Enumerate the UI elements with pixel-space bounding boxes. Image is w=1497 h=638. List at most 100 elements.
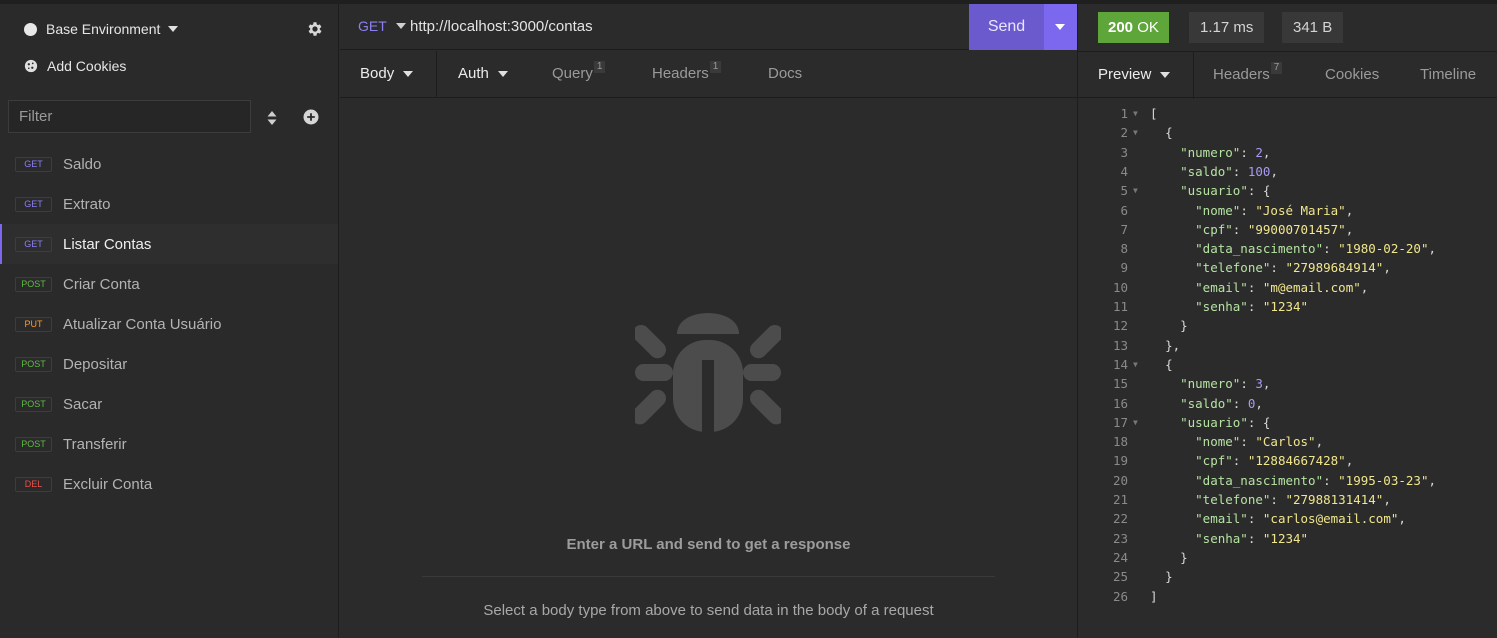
code-line: 18 "nome": "Carlos", [1078, 432, 1497, 451]
code-text: "data_nascimento": "1995-03-23", [1195, 472, 1436, 488]
sidebar-item-transferir[interactable]: POST Transferir [0, 424, 338, 464]
tab-preview[interactable]: Preview [1098, 52, 1171, 98]
sidebar-item-listar-contas[interactable]: GET Listar Contas [0, 224, 338, 264]
line-number: 22 [1112, 511, 1128, 527]
gear-icon[interactable] [306, 20, 324, 38]
code-text: "senha": "1234" [1195, 530, 1309, 546]
tab-body[interactable]: Body [360, 51, 414, 97]
code-text: "cpf": "99000701457", [1195, 221, 1354, 237]
line-number: 24 [1112, 549, 1128, 565]
chevron-down-icon [497, 71, 508, 78]
tab-auth-label: Auth [458, 65, 489, 82]
fold-arrow-icon[interactable]: ▼ [1133, 413, 1138, 432]
line-number: 6 [1120, 202, 1128, 218]
add-request-icon[interactable] [303, 109, 319, 125]
sort-icon[interactable] [266, 110, 278, 126]
line-number: 20 [1112, 472, 1128, 488]
code-text: "nome": "José Maria", [1195, 202, 1354, 218]
fold-arrow-icon[interactable]: ▼ [1133, 123, 1138, 142]
url-bar: GET http://localhost:3000/contas Send [340, 4, 1077, 50]
code-text: "saldo": 0, [1180, 395, 1263, 411]
filter-input[interactable]: Filter [8, 100, 251, 133]
tab-response-headers[interactable]: Headers 7 [1213, 52, 1283, 98]
environment-label: Base Environment [46, 21, 161, 37]
code-text: ] [1150, 588, 1158, 604]
line-number: 14 [1112, 356, 1128, 372]
code-line: 20 "data_nascimento": "1995-03-23", [1078, 471, 1497, 490]
tab-divider [1193, 52, 1194, 99]
add-cookies-label: Add Cookies [47, 58, 127, 74]
code-line: 9 "telefone": "27989684914", [1078, 258, 1497, 277]
request-tabs: Body Auth Query 1 Headers 1 Docs [340, 51, 1077, 98]
url-input[interactable]: http://localhost:3000/contas [410, 18, 593, 35]
code-line: 8 "data_nascimento": "1980-02-20", [1078, 239, 1497, 258]
code-line: 26] [1078, 587, 1497, 606]
code-line: 3 "numero": 2, [1078, 143, 1497, 162]
sidebar-item-atualizar-conta-usu-rio[interactable]: PUT Atualizar Conta Usuário [0, 304, 338, 344]
request-name: Transferir [63, 435, 127, 453]
tab-auth[interactable]: Auth [458, 51, 508, 97]
code-line: 10 "email": "m@email.com", [1078, 278, 1497, 297]
sidebar-item-saldo[interactable]: GET Saldo [0, 144, 338, 184]
tab-body-label: Body [360, 65, 395, 82]
method-badge: POST [15, 276, 52, 292]
code-line: 12 } [1078, 316, 1497, 335]
empty-state-title: Enter a URL and send to get a response [566, 536, 851, 553]
tab-docs[interactable]: Docs [768, 51, 802, 97]
method-selector[interactable]: GET [358, 18, 406, 34]
code-line: 16 "saldo": 0, [1078, 394, 1497, 413]
code-line: 2 ▼ { [1078, 123, 1497, 142]
method-badge: GET [15, 156, 52, 172]
tab-cookies-label: Cookies [1325, 66, 1380, 83]
add-cookies-button[interactable]: Add Cookies [24, 55, 126, 77]
tab-headers-count: 1 [709, 61, 722, 73]
request-body-panel: Enter a URL and send to get a response S… [340, 98, 1077, 638]
code-text: } [1165, 569, 1173, 585]
code-text: "nome": "Carlos", [1195, 434, 1324, 450]
line-number: 15 [1112, 376, 1128, 392]
method-badge: POST [15, 396, 52, 412]
code-text: "usuario": { [1180, 183, 1271, 199]
tab-timeline[interactable]: Timeline [1420, 52, 1476, 98]
tab-query[interactable]: Query 1 [552, 51, 606, 97]
status-text: OK [1137, 19, 1159, 36]
fold-arrow-icon[interactable]: ▼ [1133, 355, 1138, 374]
code-text: { [1165, 356, 1173, 372]
tab-response-headers-count: 7 [1270, 62, 1283, 74]
line-number: 8 [1120, 241, 1128, 257]
response-size-badge: 341 B [1282, 12, 1344, 43]
response-time-badge: 1.17 ms [1189, 12, 1265, 43]
code-line: 19 "cpf": "12884667428", [1078, 451, 1497, 470]
code-line: 4 "saldo": 100, [1078, 162, 1497, 181]
method-badge: PUT [15, 316, 52, 332]
line-number: 25 [1112, 569, 1128, 585]
tab-headers[interactable]: Headers 1 [652, 51, 722, 97]
environment-selector[interactable]: Base Environment [24, 18, 179, 40]
code-line: 7 "cpf": "99000701457", [1078, 220, 1497, 239]
request-list: GET Saldo GET Extrato GET Listar Contas POST Cr… [0, 144, 338, 504]
sidebar-item-extrato[interactable]: GET Extrato [0, 184, 338, 224]
response-pane: 200 OK 1.17 ms 341 B Preview Headers 7 Co… [1077, 4, 1497, 638]
code-text: "saldo": 100, [1180, 163, 1278, 179]
code-line: 1 ▼ [ [1078, 104, 1497, 123]
fold-arrow-icon[interactable]: ▼ [1133, 104, 1138, 123]
tab-divider [436, 51, 437, 98]
sidebar-item-sacar[interactable]: POST Sacar [0, 384, 338, 424]
line-number: 13 [1112, 337, 1128, 353]
code-text: "numero": 2, [1180, 144, 1271, 160]
line-number: 5 [1120, 183, 1128, 199]
fold-arrow-icon[interactable]: ▼ [1133, 181, 1138, 200]
send-button[interactable]: Send [969, 4, 1044, 50]
sidebar-item-depositar[interactable]: POST Depositar [0, 344, 338, 384]
code-line: 17 ▼ "usuario": { [1078, 413, 1497, 432]
request-name: Saldo [63, 155, 102, 173]
request-name: Listar Contas [63, 235, 152, 253]
code-text: "telefone": "27989684914", [1195, 260, 1391, 276]
code-line: 6 "nome": "José Maria", [1078, 201, 1497, 220]
sidebar-item-criar-conta[interactable]: POST Criar Conta [0, 264, 338, 304]
code-text: "email": "carlos@email.com", [1195, 511, 1406, 527]
sidebar-item-excluir-conta[interactable]: DEL Excluir Conta [0, 464, 338, 504]
tab-cookies[interactable]: Cookies [1325, 52, 1379, 98]
send-options-button[interactable] [1044, 4, 1077, 50]
tab-headers-label: Headers [652, 65, 709, 82]
